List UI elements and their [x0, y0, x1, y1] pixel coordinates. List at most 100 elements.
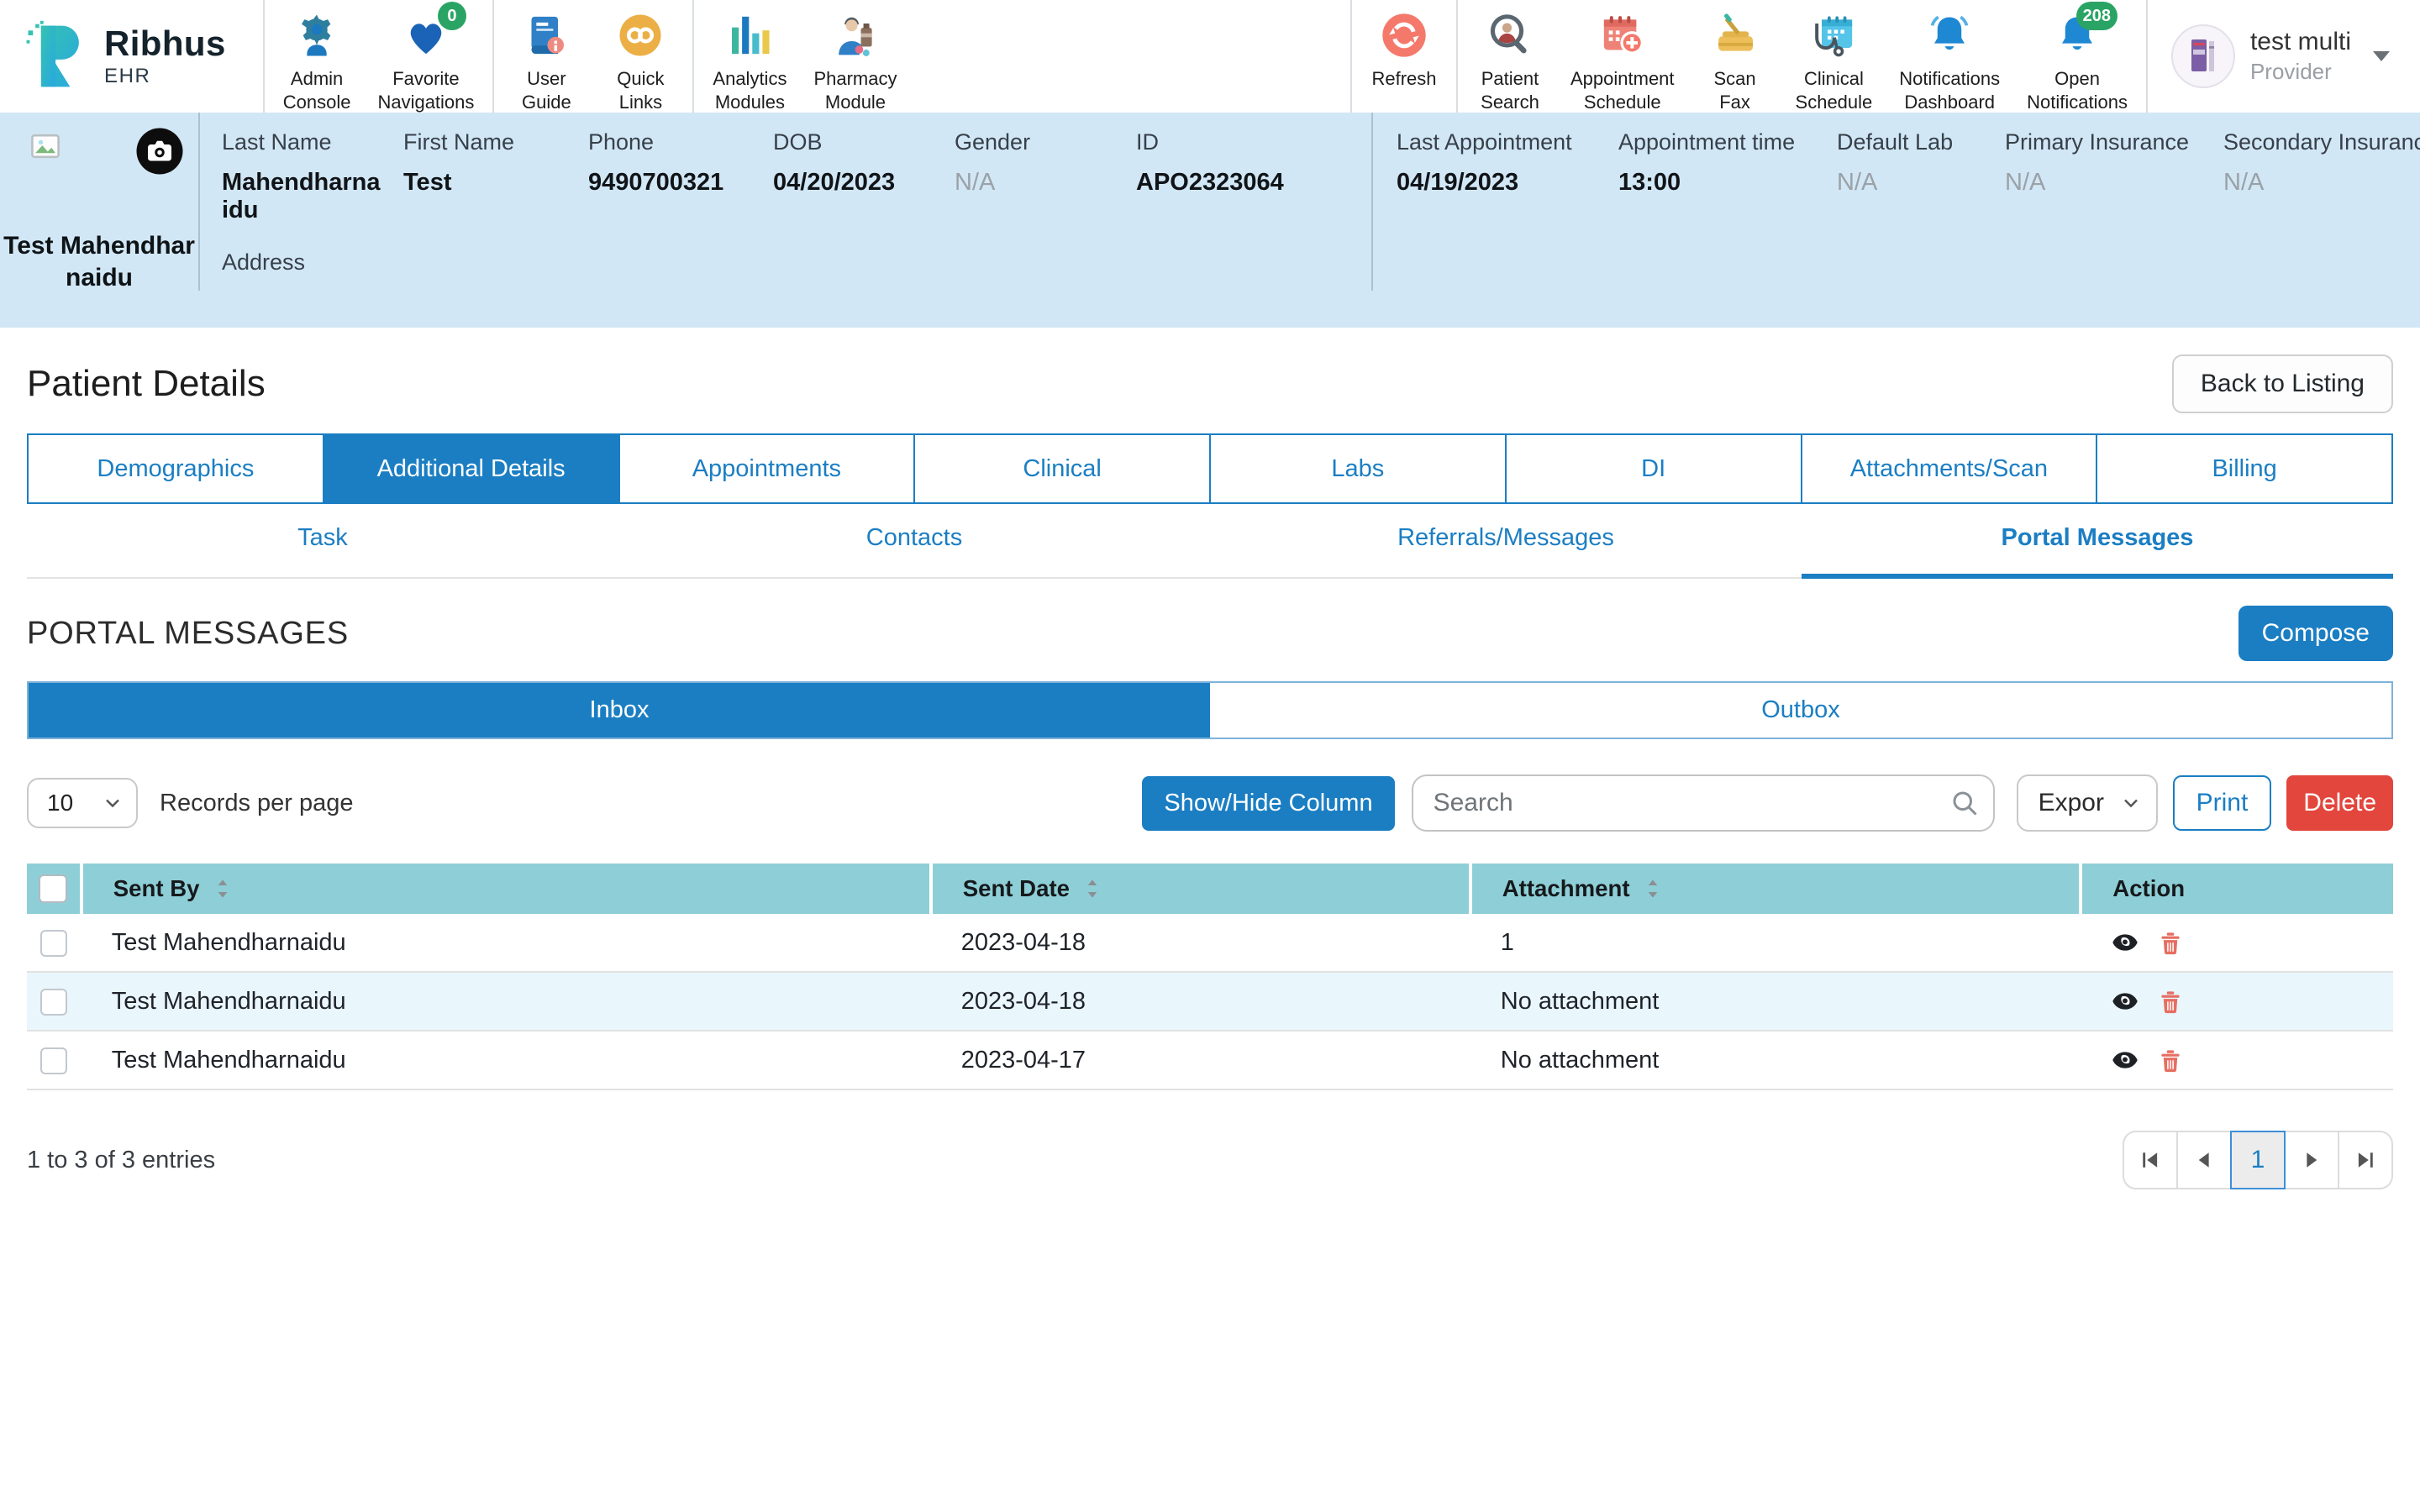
patient-field-last-name: Last NameMahendharnaidu — [222, 129, 403, 224]
favorite-navigations-icon: 0 — [402, 12, 450, 59]
nav-item-label: AnalyticsModules — [713, 67, 786, 113]
records-per-page-value: 10 — [47, 790, 73, 816]
nav-item-notifications-dashboard[interactable]: NotificationsDashboard — [1886, 0, 2013, 113]
column-header-attachment[interactable]: Attachment — [1470, 864, 2081, 914]
nav-item-scan-fax[interactable]: ScanFax — [1688, 0, 1782, 113]
subtab-contacts[interactable]: Contacts — [618, 504, 1210, 579]
nav-left-groups: AdminConsole0FavoriteNavigationsUserGuid… — [263, 0, 916, 113]
field-value: 9490700321 — [588, 169, 756, 197]
pagination-page-button[interactable]: 1 — [2230, 1131, 2286, 1189]
records-per-page-select[interactable]: 10 — [27, 778, 138, 828]
scan-fax-icon — [1712, 12, 1759, 59]
column-header-sent-by[interactable]: Sent By — [82, 864, 931, 914]
row-checkbox[interactable] — [40, 989, 67, 1016]
patient-field-primary-insurance: Primary InsuranceN/A — [2005, 129, 2223, 197]
table-row: Test Mahendharnaidu2023-04-17No attachme… — [27, 1031, 2393, 1089]
back-to-listing-button[interactable]: Back to Listing — [2172, 354, 2393, 413]
trash-icon[interactable] — [2156, 987, 2185, 1016]
row-checkbox[interactable] — [40, 930, 67, 957]
patient-field-secondary-insurance: Secondary InsuranceN/A — [2223, 129, 2420, 197]
tab-di[interactable]: DI — [1507, 435, 1802, 502]
nav-item-refresh[interactable]: Refresh — [1357, 0, 1451, 113]
print-button[interactable]: Print — [2173, 775, 2272, 831]
patient-fields-left: Last NameMahendharnaiduFirst NameTestPho… — [200, 113, 1371, 328]
portal-messages-heading: PORTAL MESSAGES — [27, 616, 349, 652]
chevron-down-icon — [2121, 793, 2141, 813]
pagination-last-button[interactable] — [2338, 1131, 2393, 1189]
nav-item-quick-links[interactable]: QuickLinks — [593, 0, 687, 113]
tab-attachments-scan[interactable]: Attachments/Scan — [1802, 435, 2098, 502]
row-checkbox[interactable] — [40, 1047, 67, 1074]
patient-fields-right: Last Appointment04/19/2023Appointment ti… — [1373, 113, 2420, 328]
pagination-first-button[interactable] — [2123, 1131, 2178, 1189]
pagination-previous-button[interactable] — [2176, 1131, 2232, 1189]
nav-right-groups: Refresh PatientSearchAppointmentScheduleS… — [1350, 0, 2146, 113]
compose-button[interactable]: Compose — [2238, 606, 2393, 661]
mailbox-toggle: InboxOutbox — [27, 681, 2393, 739]
cell-sent-by: Test Mahendharnaidu — [82, 1031, 931, 1089]
eye-icon[interactable] — [2111, 928, 2139, 957]
tab-demographics[interactable]: Demographics — [29, 435, 324, 502]
field-label: Default Lab — [1837, 129, 1988, 155]
patient-field-dob: DOB04/20/2023 — [773, 129, 955, 224]
tab-billing[interactable]: Billing — [2097, 435, 2391, 502]
nav-item-patient-search[interactable]: PatientSearch — [1463, 0, 1557, 113]
user-role: Provider — [2250, 60, 2351, 85]
avatar — [2171, 24, 2235, 88]
subtab-task[interactable]: Task — [27, 504, 618, 579]
pagination-next-button[interactable] — [2284, 1131, 2339, 1189]
app-logo[interactable]: Ribhus EHR — [0, 0, 263, 113]
sort-icon[interactable] — [210, 876, 235, 901]
nav-item-pharmacy-module[interactable]: PharmacyModule — [800, 0, 910, 113]
camera-icon[interactable] — [134, 126, 185, 176]
eye-icon[interactable] — [2111, 1046, 2139, 1074]
cell-sent-by: Test Mahendharnaidu — [82, 914, 931, 972]
sort-icon[interactable] — [1080, 876, 1105, 901]
export-select[interactable]: Expor — [2017, 774, 2158, 832]
subtab-portal-messages[interactable]: Portal Messages — [1802, 504, 2393, 579]
patient-field-last-appointment: Last Appointment04/19/2023 — [1397, 129, 1618, 197]
mailbox-tab-outbox[interactable]: Outbox — [1210, 683, 2391, 738]
open-notifications-icon: 208 — [2054, 12, 2101, 59]
nav-item-admin-console[interactable]: AdminConsole — [270, 0, 365, 113]
nav-item-favorite-navigations[interactable]: 0FavoriteNavigations — [364, 0, 487, 113]
tab-labs[interactable]: Labs — [1211, 435, 1507, 502]
pagination: 1 — [2123, 1131, 2393, 1189]
column-header-sent-date[interactable]: Sent Date — [931, 864, 1470, 914]
search-icon[interactable] — [1949, 788, 1980, 818]
delete-button[interactable]: Delete — [2286, 775, 2393, 831]
column-header-action[interactable]: Action — [2081, 864, 2393, 914]
admin-console-icon — [293, 12, 340, 59]
nav-group: PatientSearchAppointmentScheduleScanFaxC… — [1456, 0, 2146, 113]
field-value: N/A — [2223, 169, 2420, 197]
trash-icon[interactable] — [2156, 1046, 2185, 1074]
field-value: N/A — [2005, 169, 2207, 197]
nav-item-open-notifications[interactable]: 208OpenNotifications — [2013, 0, 2141, 113]
mailbox-tab-inbox[interactable]: Inbox — [29, 683, 1210, 738]
notification-badge: 0 — [438, 2, 466, 30]
trash-icon[interactable] — [2156, 928, 2185, 957]
table-row: Test Mahendharnaidu2023-04-181 — [27, 914, 2393, 972]
tab-additional-details[interactable]: Additional Details — [324, 435, 620, 502]
row-select-cell — [27, 914, 82, 972]
search-input[interactable] — [1412, 774, 1995, 832]
search-box — [1412, 774, 1995, 832]
user-menu[interactable]: test multi Provider — [2146, 0, 2420, 113]
select-all-checkbox[interactable] — [39, 874, 67, 903]
nav-item-clinical-schedule[interactable]: ClinicalSchedule — [1782, 0, 1886, 113]
field-label: Appointment time — [1618, 129, 1820, 155]
nav-item-analytics-modules[interactable]: AnalyticsModules — [699, 0, 800, 113]
show-hide-column-button[interactable]: Show/Hide Column — [1142, 776, 1394, 831]
nav-item-user-guide[interactable]: UserGuide — [499, 0, 593, 113]
field-value: APO2323064 — [1136, 169, 1355, 197]
cell-attachment: No attachment — [1470, 1031, 2081, 1089]
sort-icon[interactable] — [1640, 876, 1665, 901]
records-per-page-label: Records per page — [160, 790, 354, 817]
eye-icon[interactable] — [2111, 987, 2139, 1016]
tab-clinical[interactable]: Clinical — [915, 435, 1211, 502]
tab-appointments[interactable]: Appointments — [620, 435, 916, 502]
field-value: N/A — [955, 169, 1119, 197]
nav-item-label: Refresh — [1371, 67, 1436, 91]
subtab-referrals-messages[interactable]: Referrals/Messages — [1210, 504, 1802, 579]
nav-item-appointment-schedule[interactable]: AppointmentSchedule — [1557, 0, 1688, 113]
